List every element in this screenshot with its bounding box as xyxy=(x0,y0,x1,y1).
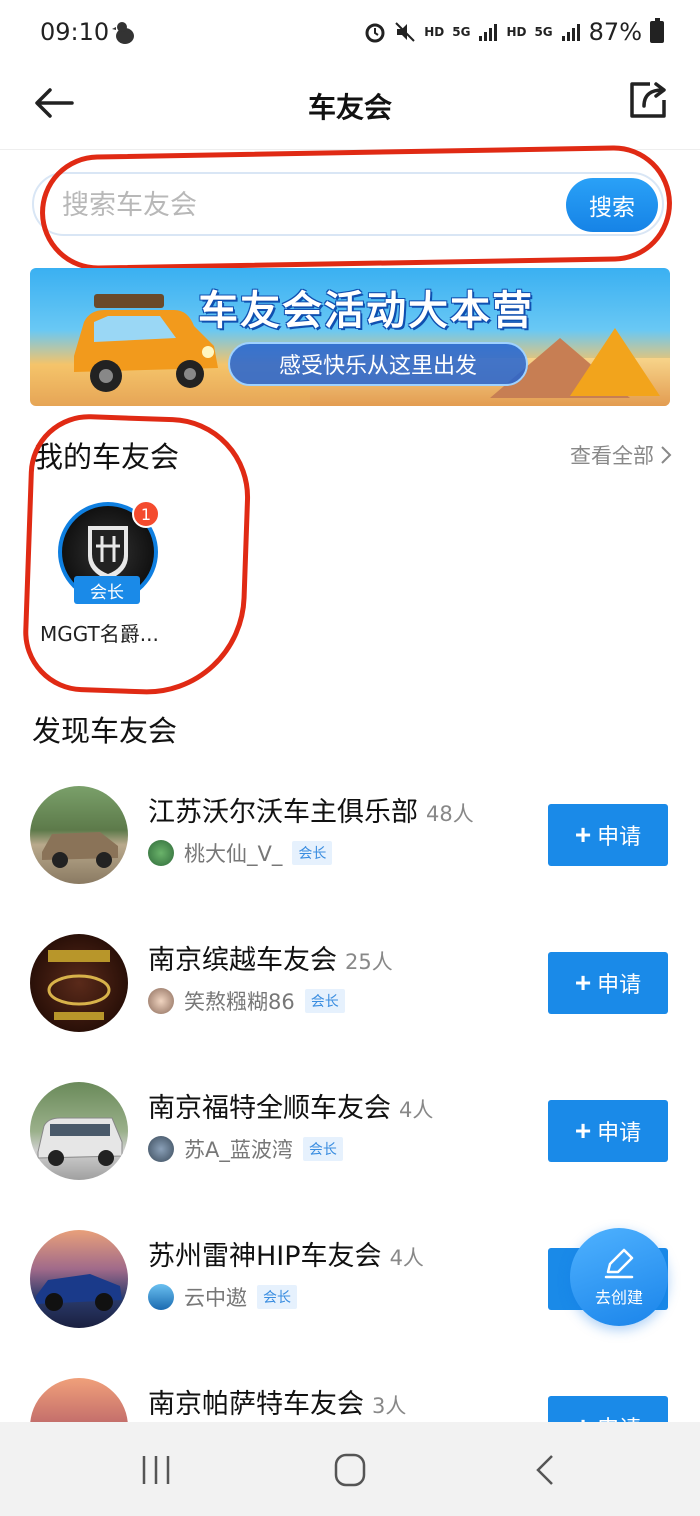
club-avatar xyxy=(30,1230,128,1328)
member-count: 25人 xyxy=(345,950,393,974)
mute-icon xyxy=(395,22,415,42)
system-nav-bar xyxy=(0,1422,700,1516)
banner-tagline: 感受快乐从这里出发 xyxy=(228,342,528,386)
club-title: 南京福特全顺车友会 xyxy=(148,1093,391,1124)
club-title: 江苏沃尔沃车主俱乐部 xyxy=(148,797,418,828)
club-avatar xyxy=(30,934,128,1032)
owner-name: 桃大仙_V_ xyxy=(184,842,283,866)
apply-button[interactable]: +申请 xyxy=(548,1100,668,1162)
owner-role-tag: 会长 xyxy=(302,1137,343,1161)
owner-avatar xyxy=(148,1284,174,1310)
club-name: 南京缤越车友会 25人 xyxy=(148,938,393,977)
member-count: 4人 xyxy=(399,1098,434,1122)
member-count: 4人 xyxy=(389,1246,424,1270)
my-club-name: MGGT名爵... xyxy=(40,622,159,646)
create-club-fab[interactable]: 去创建 xyxy=(570,1228,668,1326)
club-title: 南京帕萨特车友会 xyxy=(148,1389,364,1420)
edit-pencil-icon xyxy=(604,1248,634,1279)
owner-name: 云中遨 xyxy=(184,1286,247,1310)
owner-avatar xyxy=(148,1136,174,1162)
unread-badge: 1 xyxy=(132,500,160,528)
owner-name: 苏A_蓝波湾 xyxy=(184,1138,293,1162)
notification-icon xyxy=(112,22,134,44)
owner-role-tag: 会长 xyxy=(257,1285,297,1309)
see-all-link[interactable]: 查看全部 xyxy=(570,440,672,470)
club-name: 苏州雷神HIP车友会 4人 xyxy=(148,1234,424,1273)
signal-icon xyxy=(479,24,498,41)
club-avatar xyxy=(30,1082,128,1180)
apply-label: 申请 xyxy=(597,1120,642,1145)
owner-role-tag: 会长 xyxy=(292,841,333,865)
club-row[interactable]: 南京缤越车友会 25人 笑熬糨糊86 会长 + 申请 xyxy=(0,934,700,1054)
home-icon[interactable] xyxy=(330,1452,370,1488)
owner-avatar xyxy=(148,988,174,1014)
chevron-right-icon xyxy=(661,446,672,464)
signal-icon-2 xyxy=(561,24,580,41)
status-bar: 09:10 HD 5G HD 5G 87% xyxy=(0,0,700,68)
club-row[interactable]: 江苏沃尔沃车主俱乐部 48人 桃大仙_V_ 会长 + 申请 xyxy=(0,786,700,906)
club-logo-photo xyxy=(47,950,111,1020)
owner-role-tag: 会长 xyxy=(304,989,345,1013)
apply-label: 申请 xyxy=(597,972,642,997)
plus-icon: + xyxy=(574,819,592,850)
apply-button[interactable]: +申请 xyxy=(548,804,668,866)
hd-indicator-2: HD xyxy=(506,25,527,39)
alarm-icon xyxy=(365,23,385,43)
plus-icon: + xyxy=(574,967,592,998)
5g-indicator: 5G xyxy=(452,25,471,39)
member-count: 48人 xyxy=(426,802,474,826)
search-button[interactable]: 搜索 xyxy=(566,178,658,232)
owner-line: 桃大仙_V_ 会长 xyxy=(148,838,333,868)
share-icon[interactable] xyxy=(624,76,672,124)
club-row[interactable]: 南京福特全顺车友会 4人 苏A_蓝波湾 会长 + 申请 xyxy=(0,1082,700,1202)
discover-title: 发现车友会 xyxy=(32,714,178,748)
see-all-label: 查看全部 xyxy=(570,444,654,468)
club-name: 南京帕萨特车友会 3人 xyxy=(148,1382,406,1421)
van-photo xyxy=(37,1117,123,1166)
club-name: 江苏沃尔沃车主俱乐部 48人 xyxy=(148,790,474,829)
club-title: 苏州雷神HIP车友会 xyxy=(148,1241,382,1272)
club-title: 南京缤越车友会 xyxy=(148,945,337,976)
promo-banner[interactable]: 车友会活动大本营 感受快乐从这里出发 xyxy=(30,268,670,406)
owner-name: 笑熬糨糊86 xyxy=(184,990,295,1014)
apply-button[interactable]: +申请 xyxy=(548,952,668,1014)
my-clubs-title: 我的车友会 xyxy=(34,440,180,474)
fab-label: 去创建 xyxy=(594,1288,643,1307)
sports-car-photo xyxy=(36,1274,122,1311)
banner-headline: 车友会活动大本营 xyxy=(198,288,534,334)
back-nav-icon[interactable] xyxy=(526,1452,566,1488)
owner-line: 云中遨 会长 xyxy=(148,1282,297,1312)
role-tag: 会长 xyxy=(74,576,140,604)
club-avatar xyxy=(30,786,128,884)
app-header: 车友会 xyxy=(0,68,700,150)
search-input[interactable] xyxy=(62,186,542,224)
club-name: 南京福特全顺车友会 4人 xyxy=(148,1086,433,1125)
owner-avatar xyxy=(148,840,174,866)
my-club-item[interactable]: 1 会长 MGGT名爵... xyxy=(40,496,180,646)
recent-apps-icon[interactable] xyxy=(136,1452,176,1488)
battery-icon xyxy=(650,18,664,43)
apply-label: 申请 xyxy=(597,824,642,849)
member-count: 3人 xyxy=(372,1394,407,1418)
owner-line: 笑熬糨糊86 会长 xyxy=(148,986,345,1016)
status-time: 09:10 xyxy=(40,18,110,46)
plus-icon: + xyxy=(574,1115,592,1146)
owner-line: 苏A_蓝波湾 会长 xyxy=(148,1134,343,1164)
5g-indicator-2: 5G xyxy=(534,25,553,39)
status-indicators: HD 5G HD 5G 87% xyxy=(364,18,664,46)
hd-indicator: HD xyxy=(424,25,445,39)
battery-percent: 87% xyxy=(588,18,642,46)
search-bar: 搜索 xyxy=(32,172,664,236)
tent-icon xyxy=(570,328,660,396)
suv-photo xyxy=(42,832,118,868)
page-title: 车友会 xyxy=(307,91,392,124)
